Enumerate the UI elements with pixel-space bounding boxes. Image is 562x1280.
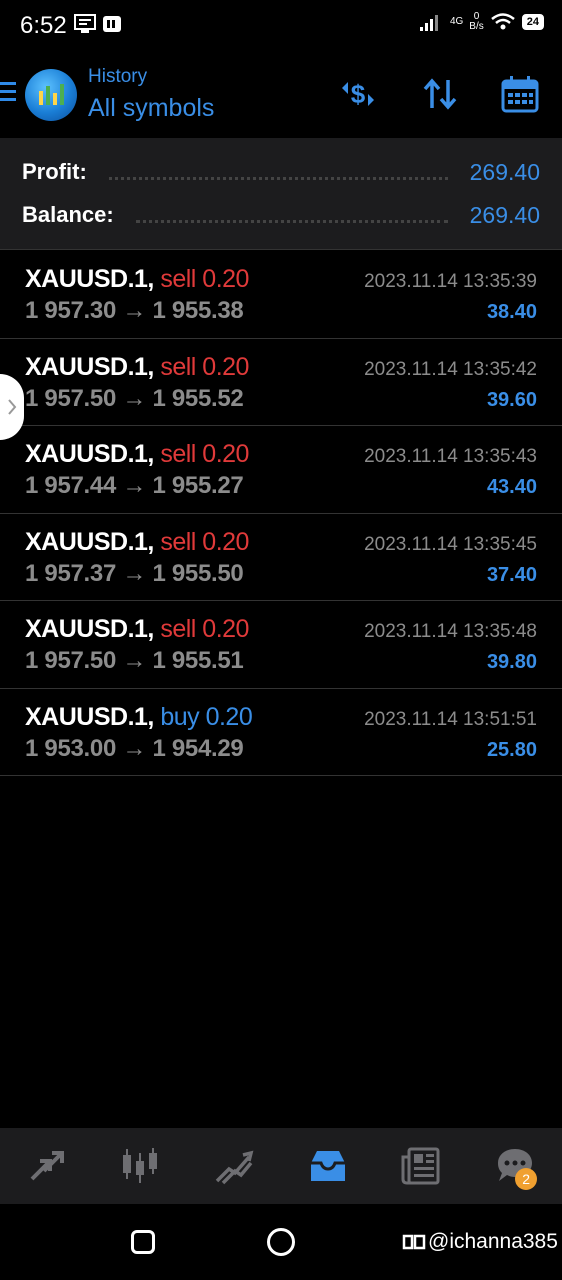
deal-profit: 39.80	[486, 651, 537, 673]
balance-row: Balance: 269.40	[22, 200, 540, 230]
deal-profit: 25.80	[486, 738, 537, 761]
nav-quotes[interactable]	[17, 1136, 77, 1196]
deal-type-volume: sell 0.20	[160, 352, 249, 381]
balance-label: Balance:	[22, 202, 114, 227]
chat-unread-badge: 2	[515, 1168, 538, 1190]
sort-button[interactable]	[420, 74, 460, 114]
deals-list: XAUUSD.1, sell 0.20 1 957.30 → 1 955.38 20…	[0, 251, 562, 776]
profit-label: Profit:	[22, 159, 87, 184]
deal-symbol: XAUUSD.1, sell 0.20	[25, 528, 249, 557]
header-subtitle: History	[88, 66, 148, 87]
home-button[interactable]	[267, 1228, 295, 1256]
deal-time: 2023.11.14 13:35:42	[364, 358, 537, 380]
deal-symbol: XAUUSD.1, sell 0.20	[25, 440, 249, 469]
leader-dots	[135, 219, 448, 223]
deal-row[interactable]: XAUUSD.1, buy 0.20 1 953.00 → 1 954.29 202…	[0, 689, 562, 776]
network-speed: 0 B/s	[469, 12, 483, 32]
deal-type-volume: sell 0.20	[160, 440, 249, 468]
profit-row: Profit: 269.40	[22, 157, 540, 187]
profit-value: 269.40	[469, 158, 540, 185]
watermark-text: @ichanna385	[428, 1230, 558, 1253]
deal-prices: 1 957.50 → 1 955.51	[25, 647, 244, 674]
deal-symbol-name: XAUUSD.1,	[25, 615, 154, 643]
calendar-icon	[501, 76, 539, 113]
deal-time: 2023.11.14 13:51:51	[364, 708, 537, 730]
recent-apps-button[interactable]	[131, 1230, 155, 1254]
menu-icon[interactable]	[0, 82, 16, 104]
deal-symbol-name: XAUUSD.1,	[25, 352, 154, 381]
leader-dots	[108, 176, 448, 180]
deal-row[interactable]: XAUUSD.1, sell 0.20 1 957.30 → 1 955.38 20…	[0, 251, 562, 339]
balance-value: 269.40	[469, 201, 540, 228]
network-speed-unit: B/s	[469, 21, 484, 32]
deal-symbol-name: XAUUSD.1,	[25, 440, 154, 468]
sort-arrows-icon	[423, 78, 457, 110]
status-notification-icons	[74, 14, 122, 34]
history-icon	[310, 1151, 345, 1181]
deal-row[interactable]: XAUUSD.1, sell 0.20 1 957.44 → 1 955.27 20…	[0, 426, 562, 514]
watermark: @ichanna385	[402, 1230, 558, 1254]
deal-symbol-name: XAUUSD.1,	[25, 527, 154, 556]
deal-profit: 39.60	[486, 388, 537, 411]
deal-type-volume: sell 0.20	[160, 265, 249, 293]
deal-profit: 37.40	[486, 563, 537, 586]
deal-prices: 1 953.00 → 1 954.29	[25, 734, 244, 762]
cast-icon	[74, 14, 96, 33]
bottom-navigation: 2	[0, 1128, 562, 1204]
battery-indicator: 24	[521, 14, 544, 30]
account-summary: Profit: 269.40 Balance: 269.40	[0, 138, 562, 250]
deposit-filter-button[interactable]: $	[338, 74, 378, 114]
deal-time: 2023.11.14 13:35:39	[364, 271, 537, 292]
deal-type-volume: buy 0.20	[160, 702, 253, 731]
quotes-icon	[30, 1151, 64, 1181]
app-notification-icon	[103, 16, 121, 32]
deal-symbol-name: XAUUSD.1,	[25, 702, 154, 731]
deal-profit: 43.40	[486, 476, 537, 498]
signal-type-label: 4G	[449, 16, 464, 27]
deal-time: 2023.11.14 13:35:45	[364, 533, 537, 555]
nav-news[interactable]	[391, 1136, 451, 1196]
deal-prices: 1 957.44 → 1 955.27	[25, 472, 244, 499]
wifi-icon	[490, 13, 515, 30]
nav-chat[interactable]: 2	[485, 1136, 545, 1196]
watermark-logo-icon	[402, 1234, 426, 1250]
deal-prices: 1 957.30 → 1 955.38	[25, 297, 244, 324]
deal-time: 2023.11.14 13:35:43	[364, 446, 537, 467]
deal-row[interactable]: XAUUSD.1, sell 0.20 1 957.37 → 1 955.50 20…	[0, 514, 562, 601]
deal-profit: 38.40	[486, 301, 537, 323]
status-system-icons: 4G 0 B/s 24	[419, 12, 544, 32]
deal-symbol: XAUUSD.1, sell 0.20	[25, 265, 249, 294]
status-bar: 6:52 4G 0 B/s 24	[0, 0, 562, 52]
deal-symbol: XAUUSD.1, buy 0.20	[25, 702, 253, 732]
app-logo	[25, 69, 77, 121]
deal-time: 2023.11.14 13:35:48	[364, 621, 537, 642]
deal-symbol: XAUUSD.1, sell 0.20	[25, 353, 249, 382]
deal-type-volume: sell 0.20	[160, 615, 249, 643]
deal-prices: 1 957.37 → 1 955.50	[25, 559, 244, 587]
chevron-right-icon	[8, 399, 17, 415]
deal-symbol: XAUUSD.1, sell 0.20	[25, 615, 249, 644]
calendar-button[interactable]	[500, 74, 540, 114]
deal-type-volume: sell 0.20	[160, 527, 249, 556]
chart-icon	[123, 1148, 158, 1183]
system-navigation-bar: @ichanna385	[0, 1204, 562, 1280]
status-time: 6:52	[20, 12, 67, 39]
news-icon	[401, 1147, 440, 1185]
app-header: History All symbols $	[0, 52, 562, 138]
nav-chart[interactable]	[110, 1136, 170, 1196]
dollar-cycle-icon: $	[342, 79, 374, 109]
symbol-selector[interactable]: All symbols	[88, 94, 214, 123]
deal-prices: 1 957.50 → 1 955.52	[25, 384, 244, 412]
trade-icon	[215, 1150, 254, 1185]
deal-symbol-name: XAUUSD.1,	[25, 265, 154, 293]
logo-chart-icon	[39, 84, 64, 105]
signal-icon	[419, 15, 438, 31]
svg-text:$: $	[351, 79, 366, 109]
deal-row[interactable]: XAUUSD.1, sell 0.20 1 957.50 → 1 955.51 20…	[0, 601, 562, 689]
deal-row[interactable]: XAUUSD.1, sell 0.20 1 957.50 → 1 955.52 20…	[0, 339, 562, 426]
nav-trade[interactable]	[204, 1136, 264, 1196]
nav-history[interactable]	[298, 1136, 358, 1196]
